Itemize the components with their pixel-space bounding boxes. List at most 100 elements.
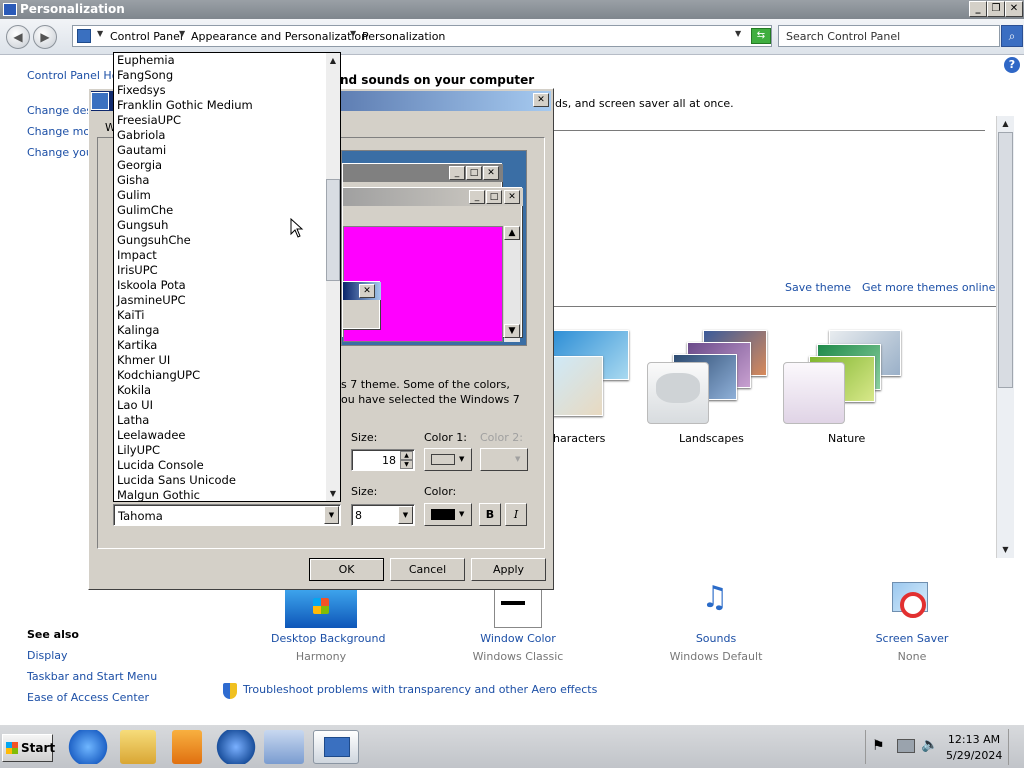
bold-button[interactable]: B (479, 503, 501, 526)
scroll-up-arrow-icon[interactable]: ▲ (997, 116, 1014, 131)
get-more-themes-link[interactable]: Get more themes online (862, 281, 995, 294)
refresh-icon[interactable]: ⇆ (751, 28, 771, 44)
breadcrumb-appearance[interactable]: Appearance and Personalization (191, 30, 368, 43)
scroll-down-arrow-icon[interactable]: ▼ (326, 486, 340, 501)
font-list-item[interactable]: Lucida Console (114, 458, 326, 473)
font-dropdown-list[interactable]: Euphemia FangSong Fixedsys Franklin Gothic … (113, 52, 341, 502)
appearance-preview[interactable]: _ □ ✕ _ □ ✕ ▲ ▼ ✕ (341, 150, 527, 346)
font-list-item[interactable]: Impact (114, 248, 326, 263)
breadcrumb-control-panel[interactable]: Control Panel (110, 30, 183, 43)
font-list-item[interactable]: JasmineUPC (114, 293, 326, 308)
network-icon[interactable] (897, 739, 915, 753)
scroll-up-arrow-icon[interactable]: ▲ (326, 53, 340, 68)
back-button[interactable]: ◀ (6, 25, 30, 49)
font-list-item[interactable]: Gulim (114, 188, 326, 203)
desktop-background-link[interactable]: Desktop Background (271, 632, 386, 645)
font-list-item[interactable]: Franklin Gothic Medium (114, 98, 326, 113)
font-list-item[interactable]: GulimChe (114, 203, 326, 218)
font-list-item[interactable]: Fixedsys (114, 83, 326, 98)
control-panel-taskbar-icon[interactable] (264, 730, 304, 764)
volume-muted-icon[interactable]: 🔈 (921, 737, 938, 753)
restore-button[interactable]: ❐ (987, 1, 1005, 17)
spinner-up-icon[interactable]: ▲ (400, 451, 413, 460)
font-list-item[interactable]: Georgia (114, 158, 326, 173)
address-dropdown-icon[interactable]: ▼ (735, 29, 741, 38)
screen-saver-icon[interactable] (888, 580, 936, 626)
font-list-item[interactable]: KodchiangUPC (114, 368, 326, 383)
scroll-thumb[interactable] (998, 132, 1013, 388)
scroll-thumb[interactable] (326, 179, 340, 281)
font-size-select[interactable]: 8 ▼ (351, 504, 415, 526)
sounds-icon[interactable]: ♫ (690, 578, 740, 624)
font-combobox[interactable]: Tahoma ▼ (113, 504, 341, 526)
item-size-spinner[interactable]: 18 ▲ ▼ (351, 449, 415, 471)
font-list-item[interactable]: Leelawadee (114, 428, 326, 443)
desktop-background-icon[interactable] (285, 588, 357, 628)
action-center-flag-icon[interactable]: ⚑ (872, 738, 885, 754)
font-list-item[interactable]: FreesiaUPC (114, 113, 326, 128)
font-list-item[interactable]: Gautami (114, 143, 326, 158)
spinner-down-icon[interactable]: ▼ (400, 460, 413, 469)
breadcrumb-personalization[interactable]: Personalization (362, 30, 445, 43)
troubleshoot-link[interactable]: Troubleshoot problems with transparency … (243, 683, 597, 696)
font-list-item[interactable]: Kokila (114, 383, 326, 398)
see-also-display[interactable]: Display (27, 649, 68, 662)
font-list-item[interactable]: Lucida Sans Unicode (114, 473, 326, 488)
font-list-item[interactable]: Gabriola (114, 128, 326, 143)
dialog-close-button[interactable]: ✕ (533, 93, 549, 107)
cancel-button[interactable]: Cancel (390, 558, 465, 581)
network-globe-icon[interactable] (215, 730, 257, 764)
font-list-item[interactable]: Kartika (114, 338, 326, 353)
font-list-item[interactable]: Lao UI (114, 398, 326, 413)
address-bar[interactable]: ▼ Control Panel ▼ Appearance and Persona… (72, 25, 772, 47)
see-also-taskbar[interactable]: Taskbar and Start Menu (27, 670, 157, 683)
dropdown-arrow-icon[interactable]: ▼ (324, 506, 339, 524)
font-list-item[interactable]: FangSong (114, 68, 326, 83)
start-button[interactable]: Start (2, 734, 55, 762)
breadcrumb-arrow-icon[interactable]: ▼ (97, 29, 103, 38)
internet-explorer-icon[interactable] (67, 730, 109, 764)
show-desktop-button[interactable] (1008, 729, 1022, 765)
font-list-item[interactable]: Kalinga (114, 323, 326, 338)
clock-time[interactable]: 12:13 AM (946, 733, 1002, 746)
media-player-icon[interactable] (172, 730, 202, 764)
window-color-link[interactable]: Window Color (468, 632, 568, 645)
font-list-item[interactable]: Euphemia (114, 53, 326, 68)
see-also-ease-of-access[interactable]: Ease of Access Center (27, 691, 149, 704)
ok-button[interactable]: OK (309, 558, 384, 581)
font-list-item[interactable]: Khmer UI (114, 353, 326, 368)
screen-saver-link[interactable]: Screen Saver (862, 632, 962, 645)
breadcrumb-arrow-icon[interactable]: ▼ (179, 29, 185, 38)
close-button[interactable]: ✕ (1005, 1, 1023, 17)
font-list-item[interactable]: Latha (114, 413, 326, 428)
forward-button[interactable]: ▶ (33, 25, 57, 49)
sidebar-link-account-picture[interactable]: Change your (27, 146, 97, 159)
italic-button[interactable]: I (505, 503, 527, 526)
clock-date[interactable]: 5/29/2024 (946, 749, 1002, 762)
font-list-item[interactable]: Malgun Gothic (114, 488, 326, 501)
font-list-item[interactable]: IrisUPC (114, 263, 326, 278)
font-list-item[interactable]: Gisha (114, 173, 326, 188)
search-input[interactable]: Search Control Panel (778, 25, 1000, 47)
dropdown-arrow-icon[interactable]: ▼ (398, 506, 413, 524)
window-color-icon[interactable] (494, 588, 542, 628)
apply-button[interactable]: Apply (471, 558, 546, 581)
dialog-icon (91, 92, 109, 110)
file-explorer-icon[interactable] (120, 730, 156, 764)
breadcrumb-arrow-icon[interactable]: ▼ (350, 29, 356, 38)
sidebar-link-mouse-pointers[interactable]: Change mou (27, 125, 97, 138)
search-icon[interactable]: ⌕ (1001, 25, 1023, 47)
font-color-picker[interactable]: ▼ (424, 503, 472, 526)
personalization-taskbar-button[interactable] (313, 730, 359, 764)
minimize-button[interactable]: _ (969, 1, 987, 17)
font-list-item[interactable]: KaiTi (114, 308, 326, 323)
font-list-scrollbar[interactable]: ▲ ▼ (326, 53, 340, 501)
sounds-link[interactable]: Sounds (666, 632, 766, 645)
font-list-item[interactable]: Iskoola Pota (114, 278, 326, 293)
help-icon[interactable]: ? (1004, 57, 1020, 73)
save-theme-link[interactable]: Save theme (785, 281, 851, 294)
theme-pane-scrollbar[interactable]: ▲ ▼ (996, 116, 1014, 558)
font-list-item[interactable]: LilyUPC (114, 443, 326, 458)
color1-picker[interactable]: ▼ (424, 448, 472, 471)
scroll-down-arrow-icon[interactable]: ▼ (997, 542, 1014, 557)
